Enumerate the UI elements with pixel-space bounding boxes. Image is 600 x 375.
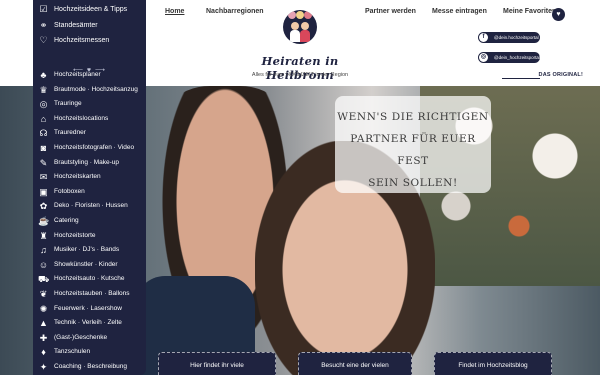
coaching-icon: ✦ [39,361,48,372]
logo-couple-icon [283,10,317,44]
sidebar-item-fotoboxen[interactable]: ▣ Fotoboxen [33,185,146,200]
sidebar-item-label: Catering [54,216,79,224]
sidebar-item-label: Technik · Verleih · Zelte [54,319,122,327]
nav-favoriten-link[interactable]: Meine Favoriten: [503,8,559,15]
sidebar-item-label: Hochzeitsauto · Kutsche [54,275,125,283]
facebook-handle: @dein.hochzeitsportal [494,35,539,40]
chat-heart-icon: ♡ [39,35,48,45]
dove-icon: ❦ [39,288,48,299]
sidebar-item-label: Fotoboxen [54,187,85,195]
sidebar-item-label: Hochzeitstorte [54,231,96,239]
dress-icon: ♛ [39,84,48,95]
hero-quote-line-3: SEIN SOLLEN! [368,177,458,189]
ring-icon: ◎ [39,99,48,110]
nav-home-link[interactable]: Home [165,8,184,15]
sidebar-item-showkuenstler[interactable]: ☺ Showkünstler · Kinder [33,258,146,273]
instagram-link[interactable]: ◎ @dein_hochzeitsportal [478,52,540,63]
sidebar-item-brautmode[interactable]: ♛ Brautmode · Hochzeitsanzug [33,83,146,98]
sidebar-item-trauredner[interactable]: ☊ Trauredner [33,126,146,141]
sidebar: ☑ Hochzeitsideen & Tipps ⚭ Standesämter … [33,0,146,375]
planner-icon: ♣ [40,70,47,80]
sidebar-item-label: Hochzeitsplaner [54,71,101,78]
sidebar-item-label: Coaching · Beschreibung [54,362,127,370]
sidebar-category-list: ♣ Hochzeitsplaner ♛ Brautmode · Hochzeitsa… [33,68,146,374]
speaker-icon: ☊ [39,128,48,139]
fireworks-icon: ✺ [39,303,48,314]
cta-left-button[interactable]: Hier findet ihr viele [158,352,276,375]
sidebar-item-hochzeitsauto[interactable]: ⛟ Hochzeitsauto · Kutsche [33,272,146,287]
sidebar-item-hochzeitskarten[interactable]: ✉ Hochzeitskarten [33,170,146,185]
flower-icon: ✿ [39,201,48,212]
tent-icon: ▲ [39,318,48,329]
facebook-icon: f [479,33,488,42]
sidebar-item-fotografen[interactable]: ◙ Hochzeitsfotografen · Video [33,141,146,156]
sidebar-item-standesaemter[interactable]: ⚭ Standesämter [33,18,146,34]
dance-icon: ♦ [41,347,46,358]
sidebar-item-feuerwerk[interactable]: ✺ Feuerwerk · Lasershow [33,302,146,317]
sidebar-item-label: Brautmode · Hochzeitsanzug [54,85,138,93]
logo-subtitle: Alles für eure HOCHZEIT in der Region [251,72,349,78]
hero-quote-line-2: PARTNER FÜR EUER FEST [350,133,476,167]
sidebar-item-hochzeitstorte[interactable]: ♜ Hochzeitstorte [33,229,146,244]
sidebar-item-hochzeitsplaner[interactable]: ♣ Hochzeitsplaner [33,68,146,83]
sidebar-item-hochzeitstauben[interactable]: ❦ Hochzeitstauben · Ballons [33,287,146,302]
gift-icon: ✚ [39,332,48,343]
sidebar-item-trauringe[interactable]: ◎ Trauringe [33,97,146,112]
nav-messe-eintragen-link[interactable]: Messe eintragen [432,8,487,15]
checklist-icon: ☑ [39,4,48,14]
camera-icon: ◙ [40,142,47,153]
sidebar-item-label: Hochzeitsfotografen · Video [54,143,135,151]
location-icon: ⌂ [40,113,47,124]
sidebar-item-label: Feuerwerk · Lasershow [54,304,122,312]
hero-quote-line-1: WENN'S DIE RICHTIGEN [337,111,489,123]
sidebar-item-catering[interactable]: ☕ Catering [33,214,146,229]
cta-right-button[interactable]: Findet im Hochzeitsblog [434,352,552,375]
sidebar-item-brautstyling[interactable]: ✎ Brautstyling · Make-up [33,156,146,171]
sidebar-item-label: Hochzeitslocations [54,114,109,122]
rings-icon: ⚭ [39,19,48,30]
car-icon: ⛟ [38,274,50,285]
sidebar-item-label: Deko · Floristen · Hussen [54,202,128,210]
sidebar-item-label: Brautstyling · Make-up [54,158,120,166]
sidebar-item-label: Hochzeitskarten [54,173,101,181]
sidebar-item-label: Hochzeitstauben · Ballons [54,289,130,297]
sidebar-item-hochzeitslocations[interactable]: ⌂ Hochzeitslocations [33,112,146,127]
sidebar-item-technik[interactable]: ▲ Technik · Verleih · Zelte [33,316,146,331]
card-icon: ✉ [39,172,48,183]
sidebar-item-label: Tanzschulen [54,348,91,356]
instagram-handle: @dein_hochzeitsportal [494,55,540,60]
cta-middle-button[interactable]: Besucht eine der vielen [298,352,412,375]
nav-partner-werden-link[interactable]: Partner werden [365,8,416,15]
sidebar-item-hochzeitsideen[interactable]: ☑ Hochzeitsideen & Tipps [33,2,146,18]
original-label: DAS ORIGINAL! [538,72,583,78]
sidebar-item-label: Trauringe [54,100,82,108]
original-arrow-icon [502,72,540,79]
cake-icon: ♜ [39,230,48,241]
favorites-heart-icon[interactable]: ♥ [552,8,565,21]
sidebar-item-label: Trauredner [54,129,86,137]
hero-quote-box: WENN'S DIE RICHTIGEN PARTNER FÜR EUER FE… [335,96,491,193]
catering-icon: ☕ [38,215,50,226]
music-icon: ♫ [40,245,47,256]
show-icon: ☺ [38,259,49,270]
photobox-icon: ▣ [39,186,48,197]
sidebar-top-links: ☑ Hochzeitsideen & Tipps ⚭ Standesämter … [33,2,146,49]
sidebar-item-musiker[interactable]: ♫ Musiker · DJ's · Bands [33,243,146,258]
site-logo[interactable]: Heiraten in Heilbronn Alles für eure HOC… [230,8,370,84]
makeup-icon: ✎ [39,157,48,168]
sidebar-item-label: Standesämter [54,21,98,29]
sidebar-item-label: Hochzeitsideen & Tipps [54,6,128,13]
sidebar-item-coaching[interactable]: ✦ Coaching · Beschreibung [33,360,146,375]
instagram-icon: ◎ [479,53,488,62]
sidebar-item-label: Hochzeitsmessen [54,37,110,44]
facebook-link[interactable]: f @dein.hochzeitsportal [478,32,540,43]
sidebar-item-geschenke[interactable]: ✚ (Gast-)Geschenke [33,331,146,346]
sidebar-item-hochzeitsmessen[interactable]: ♡ Hochzeitsmessen [33,33,146,49]
sidebar-item-deko[interactable]: ✿ Deko · Floristen · Hussen [33,199,146,214]
sidebar-item-label: Musiker · DJ's · Bands [54,246,120,254]
sidebar-item-label: (Gast-)Geschenke [54,333,108,341]
sidebar-item-label: Showkünstler · Kinder [54,260,118,268]
sidebar-item-tanzschulen[interactable]: ♦ Tanzschulen [33,345,146,360]
